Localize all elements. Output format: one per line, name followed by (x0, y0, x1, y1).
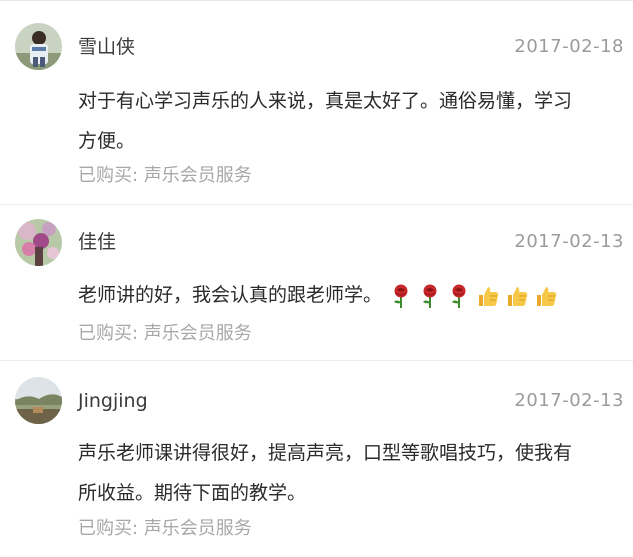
emoji-row (388, 276, 562, 316)
thumbs-up-icon (479, 287, 499, 306)
thumbs-up-icon (508, 287, 528, 306)
purchase-info: 已购买: 声乐会员服务 (78, 323, 252, 344)
avatar[interactable] (15, 23, 62, 70)
review-item: 雪山侠 2017-02-18 对于有心学习声乐的人来说，真是太好了。通俗易懂，学… (0, 0, 633, 203)
review-item: 佳佳 2017-02-13 老师讲的好，我会认真的跟老师学。 已购买: 声乐会员… (0, 205, 633, 360)
flower-photo-avatar-icon (15, 219, 62, 266)
review-date: 2017-02-18 (514, 36, 624, 57)
review-item: Jingjing 2017-02-13 声乐老师课讲得很好，提高声亮，口型等歌唱… (0, 361, 633, 557)
avatar[interactable] (15, 377, 62, 424)
rose-icon (394, 284, 408, 308)
thumbs-up-icon (537, 287, 557, 306)
review-content-line: 对于有心学习声乐的人来说，真是太好了。通俗易懂，学习 (78, 90, 573, 112)
avatar[interactable] (15, 219, 62, 266)
review-content: 对于有心学习声乐的人来说，真是太好了。通俗易懂，学习 方便。 (78, 81, 623, 161)
landscape-photo-avatar-icon (15, 377, 62, 424)
review-content: 声乐老师课讲得很好，提高声亮，口型等歌唱技巧，使我有 所收益。期待下面的教学。 (78, 433, 623, 513)
review-content-line: 所收益。期待下面的教学。 (78, 482, 307, 504)
purchase-info: 已购买: 声乐会员服务 (78, 165, 252, 186)
review-content-text: 老师讲的好，我会认真的跟老师学。 (78, 284, 383, 306)
review-content: 老师讲的好，我会认真的跟老师学。 (78, 275, 623, 316)
person-photo-avatar-icon (15, 23, 62, 70)
username[interactable]: Jingjing (78, 389, 148, 413)
rose-icon (423, 284, 437, 308)
username[interactable]: 佳佳 (78, 230, 116, 254)
purchase-info: 已购买: 声乐会员服务 (78, 518, 252, 539)
username[interactable]: 雪山侠 (78, 35, 135, 59)
review-date: 2017-02-13 (514, 231, 624, 252)
review-content-line: 声乐老师课讲得很好，提高声亮，口型等歌唱技巧，使我有 (78, 442, 573, 464)
review-content-line: 方便。 (78, 130, 136, 152)
rose-icon (452, 284, 466, 308)
review-content-line: 老师讲的好，我会认真的跟老师学。 (78, 275, 623, 316)
review-date: 2017-02-13 (514, 390, 624, 411)
